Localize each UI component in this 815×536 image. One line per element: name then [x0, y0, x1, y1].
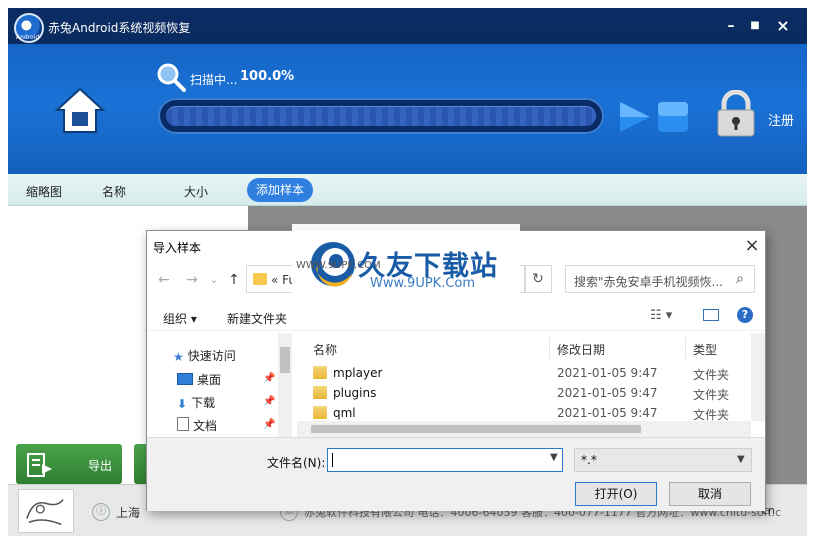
document-icon	[177, 417, 189, 431]
nav-scrollbar-thumb[interactable]	[280, 347, 290, 373]
watermark: WWW.9UPK.COM 久友下载站 Www.9UPK.Com	[292, 224, 520, 308]
footer-company: 上海	[116, 506, 141, 520]
nav-desktop[interactable]: 桌面	[177, 371, 221, 388]
scan-percent: 100.0%	[240, 69, 295, 84]
desktop-icon	[177, 373, 193, 385]
play-icon[interactable]	[618, 100, 652, 134]
folder-icon	[253, 273, 267, 285]
view-options-icon[interactable]: ☷ ▾	[650, 308, 672, 323]
organize-menu[interactable]: 组织 ▾	[163, 310, 197, 327]
filename-label: 文件名(N):	[267, 456, 326, 470]
maximize-button[interactable]: ■	[744, 16, 766, 36]
scan-banner: 扫描中... 100.0% 注册	[8, 44, 807, 174]
app-title: 赤兔Android系统视频恢复	[48, 21, 191, 35]
tab-thumbnail[interactable]: 缩略图	[26, 183, 62, 200]
navigation-pane: ★ 快速访问 桌面 📌 ⬇ 下载 📌 文档 📌	[147, 333, 291, 437]
export-icon	[27, 453, 52, 477]
column-name-header[interactable]: 名称	[313, 341, 337, 358]
nav-downloads[interactable]: ⬇ 下载	[177, 394, 215, 411]
help-icon[interactable]: ?	[737, 307, 753, 323]
star-icon: ★	[173, 350, 184, 364]
scan-progress-bar	[158, 98, 604, 134]
folder-icon	[313, 386, 327, 399]
file-type: 文件夹	[693, 368, 730, 382]
pin-icon: 📌	[263, 373, 276, 384]
export-label: 导出	[88, 459, 113, 473]
file-row[interactable]: qml 2021-01-05 9:47 文件夹	[311, 403, 743, 423]
column-tabs: 缩略图 名称 大小 添加样本	[8, 174, 807, 206]
dialog-close-button[interactable]: ×	[741, 235, 763, 257]
column-type-header[interactable]: 类型	[693, 341, 717, 358]
chevron-down-icon[interactable]: ▼	[550, 452, 558, 463]
file-date: 2021-01-05 9:47	[557, 386, 658, 400]
new-folder-button[interactable]: 新建文件夹	[227, 310, 287, 327]
footer-logo-icon	[18, 489, 74, 533]
pin-icon: 📌	[263, 419, 276, 430]
file-type: 文件夹	[693, 388, 730, 402]
filename-input[interactable]: ▼	[327, 448, 563, 472]
watermark-url: Www.9UPK.Com	[370, 276, 476, 291]
file-list-scrollbar[interactable]	[751, 333, 765, 421]
filetype-value: *.*	[581, 453, 597, 467]
file-date: 2021-01-05 9:47	[557, 406, 658, 420]
nav-documents[interactable]: 文档	[177, 417, 217, 434]
dialog-title: 导入样本	[153, 241, 202, 255]
search-input[interactable]: 搜索"赤兔安卓手机视频恢... ⌕	[565, 265, 755, 293]
company-icon: ⓘ	[92, 503, 110, 521]
forward-icon[interactable]: →	[183, 271, 201, 289]
nav-quick-access[interactable]: ★ 快速访问	[173, 347, 236, 364]
recent-locations-icon[interactable]: ⌄	[205, 271, 223, 289]
download-icon: ⬇	[177, 397, 188, 411]
app-logo-caption: Android	[16, 34, 40, 41]
up-folder-icon[interactable]: ↑	[225, 271, 243, 289]
stop-icon[interactable]	[656, 100, 690, 134]
dialog-footer: 文件名(N): ▼ *.* ▼ 打开(O) 取消	[147, 437, 765, 511]
tab-size[interactable]: 大小	[184, 183, 208, 200]
file-name: qml	[333, 406, 356, 420]
search-placeholder: 搜索"赤兔安卓手机视频恢...	[574, 275, 723, 289]
filetype-select[interactable]: *.* ▼	[574, 448, 752, 472]
back-icon[interactable]: ←	[155, 271, 173, 289]
refresh-icon[interactable]: ↻	[524, 265, 552, 293]
file-row[interactable]: plugins 2021-01-05 9:47 文件夹	[311, 383, 743, 403]
open-button[interactable]: 打开(O)	[575, 482, 657, 506]
preview-pane-icon[interactable]	[703, 309, 719, 321]
minimize-button[interactable]: –	[720, 16, 742, 36]
column-divider	[685, 337, 686, 359]
file-date: 2021-01-05 9:47	[557, 366, 658, 380]
home-icon[interactable]	[54, 86, 106, 136]
file-row[interactable]: mplayer 2021-01-05 9:47 文件夹	[311, 363, 743, 383]
search-icon	[157, 63, 186, 92]
folder-icon	[313, 406, 327, 419]
add-sample-button[interactable]: 添加样本	[247, 178, 313, 202]
column-date-header[interactable]: 修改日期	[557, 341, 605, 358]
file-name: mplayer	[333, 366, 383, 380]
file-list-hscrollbar[interactable]	[297, 421, 751, 437]
title-bar: Android 赤兔Android系统视频恢复 – ■ ×	[8, 8, 807, 44]
file-name: plugins	[333, 386, 377, 400]
tab-name[interactable]: 名称	[102, 183, 126, 200]
column-divider	[549, 337, 550, 359]
export-button[interactable]: 导出	[16, 444, 122, 484]
scan-progress-fill	[166, 106, 596, 126]
pin-icon: 📌	[263, 396, 276, 407]
nav-scrollbar[interactable]	[278, 333, 292, 437]
register-link[interactable]: 注册	[768, 110, 794, 129]
folder-icon	[313, 366, 327, 379]
scan-status-text: 扫描中...	[190, 73, 238, 87]
text-caret	[332, 453, 333, 467]
hscrollbar-thumb[interactable]	[311, 425, 641, 433]
close-button[interactable]: ×	[772, 16, 794, 36]
chevron-down-icon: ▼	[737, 454, 745, 465]
lock-icon[interactable]	[714, 90, 758, 138]
search-icon: ⌕	[736, 271, 744, 287]
cancel-button[interactable]: 取消	[669, 482, 751, 506]
